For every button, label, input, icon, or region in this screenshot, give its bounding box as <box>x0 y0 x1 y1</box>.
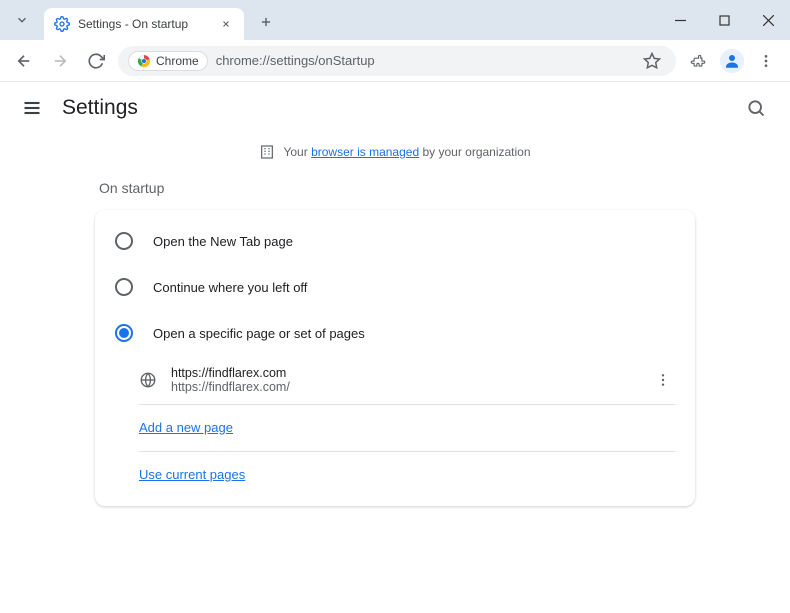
bookmark-star-icon[interactable] <box>638 47 666 75</box>
settings-menu-button[interactable] <box>20 96 44 120</box>
startup-card: Open the New Tab page Continue where you… <box>95 210 695 506</box>
section-label: On startup <box>95 180 695 210</box>
radio-icon <box>115 232 133 250</box>
maximize-button[interactable] <box>702 0 746 40</box>
radio-option-continue[interactable]: Continue where you left off <box>95 264 695 310</box>
add-page-row: Add a new page <box>95 405 695 451</box>
radio-option-new-tab[interactable]: Open the New Tab page <box>95 218 695 264</box>
use-current-row: Use current pages <box>95 452 695 498</box>
globe-icon <box>139 371 157 389</box>
forward-button[interactable] <box>46 47 74 75</box>
extensions-button[interactable] <box>684 47 712 75</box>
url-text: chrome://settings/onStartup <box>216 53 375 68</box>
tab-favicon-icon <box>54 16 70 32</box>
radio-label: Continue where you left off <box>153 280 307 295</box>
use-current-link[interactable]: Use current pages <box>139 467 245 482</box>
tab-search-button[interactable] <box>8 6 36 34</box>
tab-close-button[interactable] <box>218 16 234 32</box>
startup-page-row: https://findflarex.com https://findflare… <box>95 356 695 404</box>
back-button[interactable] <box>10 47 38 75</box>
radio-icon <box>115 324 133 342</box>
page-menu-button[interactable] <box>651 368 675 392</box>
managed-banner: Your browser is managed by your organiza… <box>0 134 790 180</box>
browser-tab[interactable]: Settings - On startup <box>44 8 244 40</box>
browser-toolbar: Chrome chrome://settings/onStartup <box>0 40 790 82</box>
page-title: Settings <box>62 96 138 120</box>
search-settings-button[interactable] <box>742 94 770 122</box>
settings-header: Settings <box>0 82 790 134</box>
radio-option-specific[interactable]: Open a specific page or set of pages <box>95 310 695 356</box>
radio-label: Open a specific page or set of pages <box>153 326 365 341</box>
reload-button[interactable] <box>82 47 110 75</box>
close-window-button[interactable] <box>746 0 790 40</box>
profile-avatar[interactable] <box>720 49 744 73</box>
address-bar[interactable]: Chrome chrome://settings/onStartup <box>118 46 676 76</box>
add-page-link[interactable]: Add a new page <box>139 420 233 435</box>
window-controls <box>658 0 790 40</box>
managed-text: Your browser is managed by your organiza… <box>283 145 530 159</box>
minimize-button[interactable] <box>658 0 702 40</box>
tab-title: Settings - On startup <box>78 17 218 31</box>
managed-link[interactable]: browser is managed <box>311 145 419 159</box>
settings-content: Your browser is managed by your organiza… <box>0 134 790 526</box>
chrome-chip-label: Chrome <box>156 54 199 68</box>
radio-label: Open the New Tab page <box>153 234 293 249</box>
startup-page-url: https://findflarex.com/ <box>171 380 637 394</box>
chrome-menu-button[interactable] <box>752 47 780 75</box>
new-tab-button[interactable] <box>252 8 280 36</box>
tab-strip: Settings - On startup <box>0 0 790 40</box>
radio-icon <box>115 278 133 296</box>
startup-page-title: https://findflarex.com <box>171 366 637 380</box>
building-icon <box>259 144 275 160</box>
chrome-origin-chip: Chrome <box>128 51 208 71</box>
